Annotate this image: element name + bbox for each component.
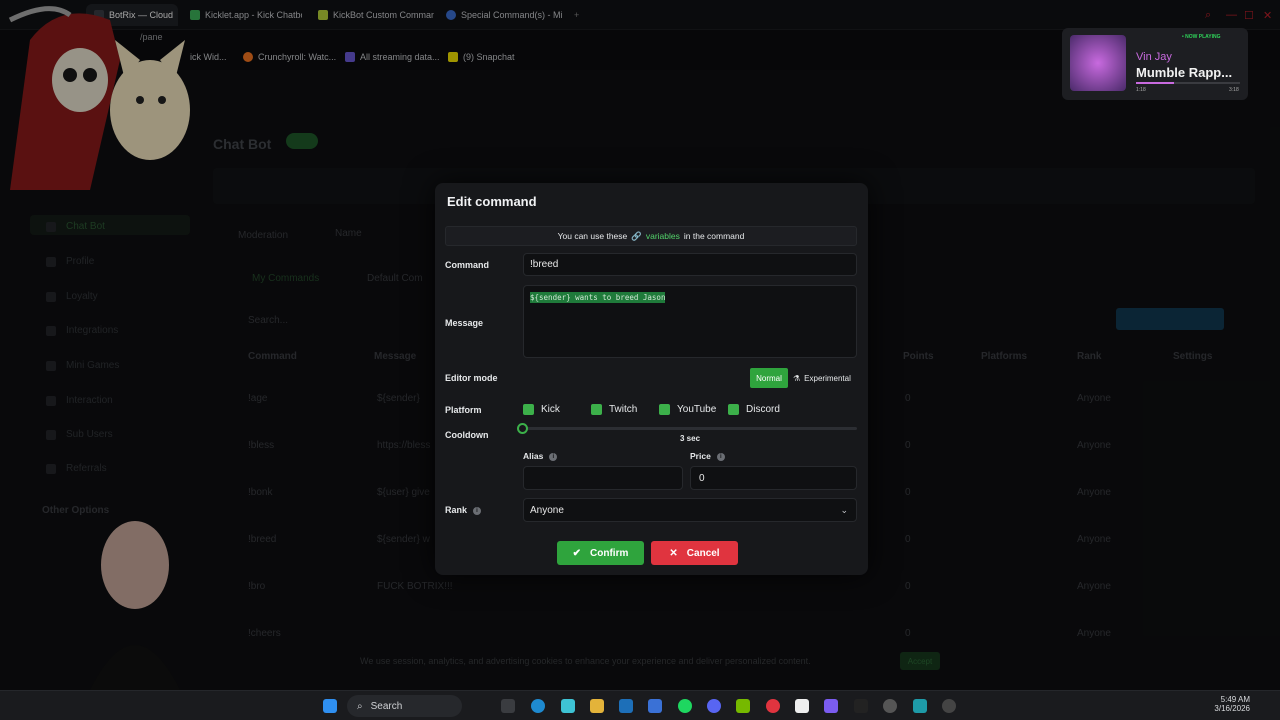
price-label: Price — [690, 451, 711, 461]
flask-icon: ⚗ — [793, 373, 801, 383]
now-playing-widget: • NOW PLAYING Vin Jay Mumble Rapp... 1:1… — [1062, 28, 1248, 100]
mail-icon[interactable] — [648, 699, 662, 713]
cooldown-slider-track[interactable] — [523, 427, 857, 430]
app-grid-icon[interactable] — [824, 699, 838, 713]
track-progress-fill — [1136, 82, 1175, 84]
clock[interactable]: 5:49 AM 3/16/2026 — [1196, 695, 1250, 713]
store-icon[interactable] — [619, 699, 633, 713]
link-icon: 🔗 — [631, 230, 642, 241]
platform-youtube-checkbox[interactable]: YouTube — [659, 404, 716, 415]
checkbox-icon — [728, 404, 739, 415]
album-art — [1070, 35, 1126, 91]
task-view-icon[interactable] — [501, 699, 515, 713]
rank-selected-value: Anyone — [530, 504, 564, 516]
editor-mode-label: Editor mode — [445, 373, 498, 383]
editor-mode-experimental-button[interactable]: ⚗ Experimental — [790, 368, 858, 388]
modal-title: Edit command — [447, 194, 537, 209]
clock-time: 5:49 AM — [1220, 695, 1250, 704]
price-label-wrap: Price i — [690, 451, 725, 461]
checkbox-icon — [523, 404, 534, 415]
platform-discord-checkbox[interactable]: Discord — [728, 404, 780, 415]
message-label: Message — [445, 318, 484, 328]
chevron-down-icon: ⌄ — [840, 504, 848, 515]
search-label: Search — [370, 700, 403, 712]
app-icon[interactable] — [795, 699, 809, 713]
alias-label-wrap: Alias i — [523, 451, 558, 461]
windows-start-icon[interactable] — [323, 699, 337, 713]
terminal-icon[interactable] — [854, 699, 868, 713]
hint-text: You can use these — [557, 231, 628, 241]
search-icon: ⌕ — [357, 700, 363, 712]
cooldown-slider-thumb[interactable] — [517, 423, 528, 434]
hint-text: in the command — [683, 231, 745, 241]
info-icon[interactable]: i — [473, 506, 482, 515]
track-progress-track — [1136, 82, 1240, 84]
checkbox-label: YouTube — [677, 404, 717, 415]
platform-kick-checkbox[interactable]: Kick — [523, 404, 560, 415]
info-icon[interactable]: i — [716, 452, 725, 461]
checkbox-icon — [659, 404, 670, 415]
variables-link[interactable]: variables — [646, 231, 680, 241]
nvidia-icon[interactable] — [736, 699, 750, 713]
checkbox-label: Kick — [541, 404, 560, 415]
copilot-icon[interactable] — [561, 699, 575, 713]
platform-label: Platform — [445, 405, 482, 415]
close-x-icon: ✕ — [669, 547, 678, 559]
editor-mode-label-text: Experimental — [804, 373, 851, 383]
confirm-button[interactable]: ✔ Confirm — [557, 541, 644, 565]
settings-icon[interactable] — [883, 699, 897, 713]
taskbar-search[interactable]: ⌕ Search — [347, 695, 462, 717]
variables-hint: You can use these 🔗 variables in the com… — [445, 226, 857, 246]
cooldown-value: 3 sec — [680, 434, 701, 443]
file-explorer-icon[interactable] — [590, 699, 604, 713]
rank-label: Rank — [445, 505, 468, 515]
streaming-app-icon[interactable] — [913, 699, 927, 713]
alias-label: Alias — [523, 451, 544, 461]
checkbox-label: Discord — [746, 404, 780, 415]
cancel-button[interactable]: ✕ Cancel — [651, 541, 738, 565]
confirm-label: Confirm — [590, 547, 629, 559]
info-icon[interactable]: i — [549, 452, 558, 461]
clock-date: 3/16/2026 — [1214, 704, 1250, 713]
opera-icon[interactable] — [766, 699, 780, 713]
command-label: Command — [445, 260, 490, 270]
rank-select[interactable]: Anyone ⌄ — [523, 498, 857, 522]
price-input[interactable]: 0 — [690, 466, 857, 490]
checkbox-icon — [591, 404, 602, 415]
checkbox-label: Twitch — [609, 404, 638, 415]
checkmark-icon: ✔ — [572, 547, 582, 559]
command-input[interactable]: !breed — [523, 253, 857, 276]
cooldown-label: Cooldown — [445, 430, 489, 440]
platform-twitch-checkbox[interactable]: Twitch — [591, 404, 637, 415]
spotify-icon[interactable] — [678, 699, 692, 713]
message-textarea[interactable]: ${sender} wants to breed Jason — [523, 285, 857, 358]
edge-icon[interactable] — [531, 699, 545, 713]
message-selected-text: ${sender} wants to breed Jason — [530, 292, 666, 303]
track-title: Mumble Rapp... — [1136, 65, 1233, 80]
artist-name: Vin Jay — [1136, 51, 1172, 63]
duration-time: 3:18 — [1229, 87, 1239, 93]
alias-input[interactable] — [523, 466, 683, 490]
now-playing-badge: • NOW PLAYING — [1182, 34, 1221, 40]
elapsed-time: 1:18 — [1136, 87, 1146, 93]
editor-mode-normal-button[interactable]: Normal — [750, 368, 788, 388]
discord-icon[interactable] — [707, 699, 721, 713]
windows-taskbar: ⌕ Search 5:49 AM 3/16/2026 — [0, 690, 1280, 720]
rank-label-wrap: Rank i — [445, 505, 482, 515]
cancel-label: Cancel — [686, 547, 720, 559]
obs-icon[interactable] — [942, 699, 956, 713]
